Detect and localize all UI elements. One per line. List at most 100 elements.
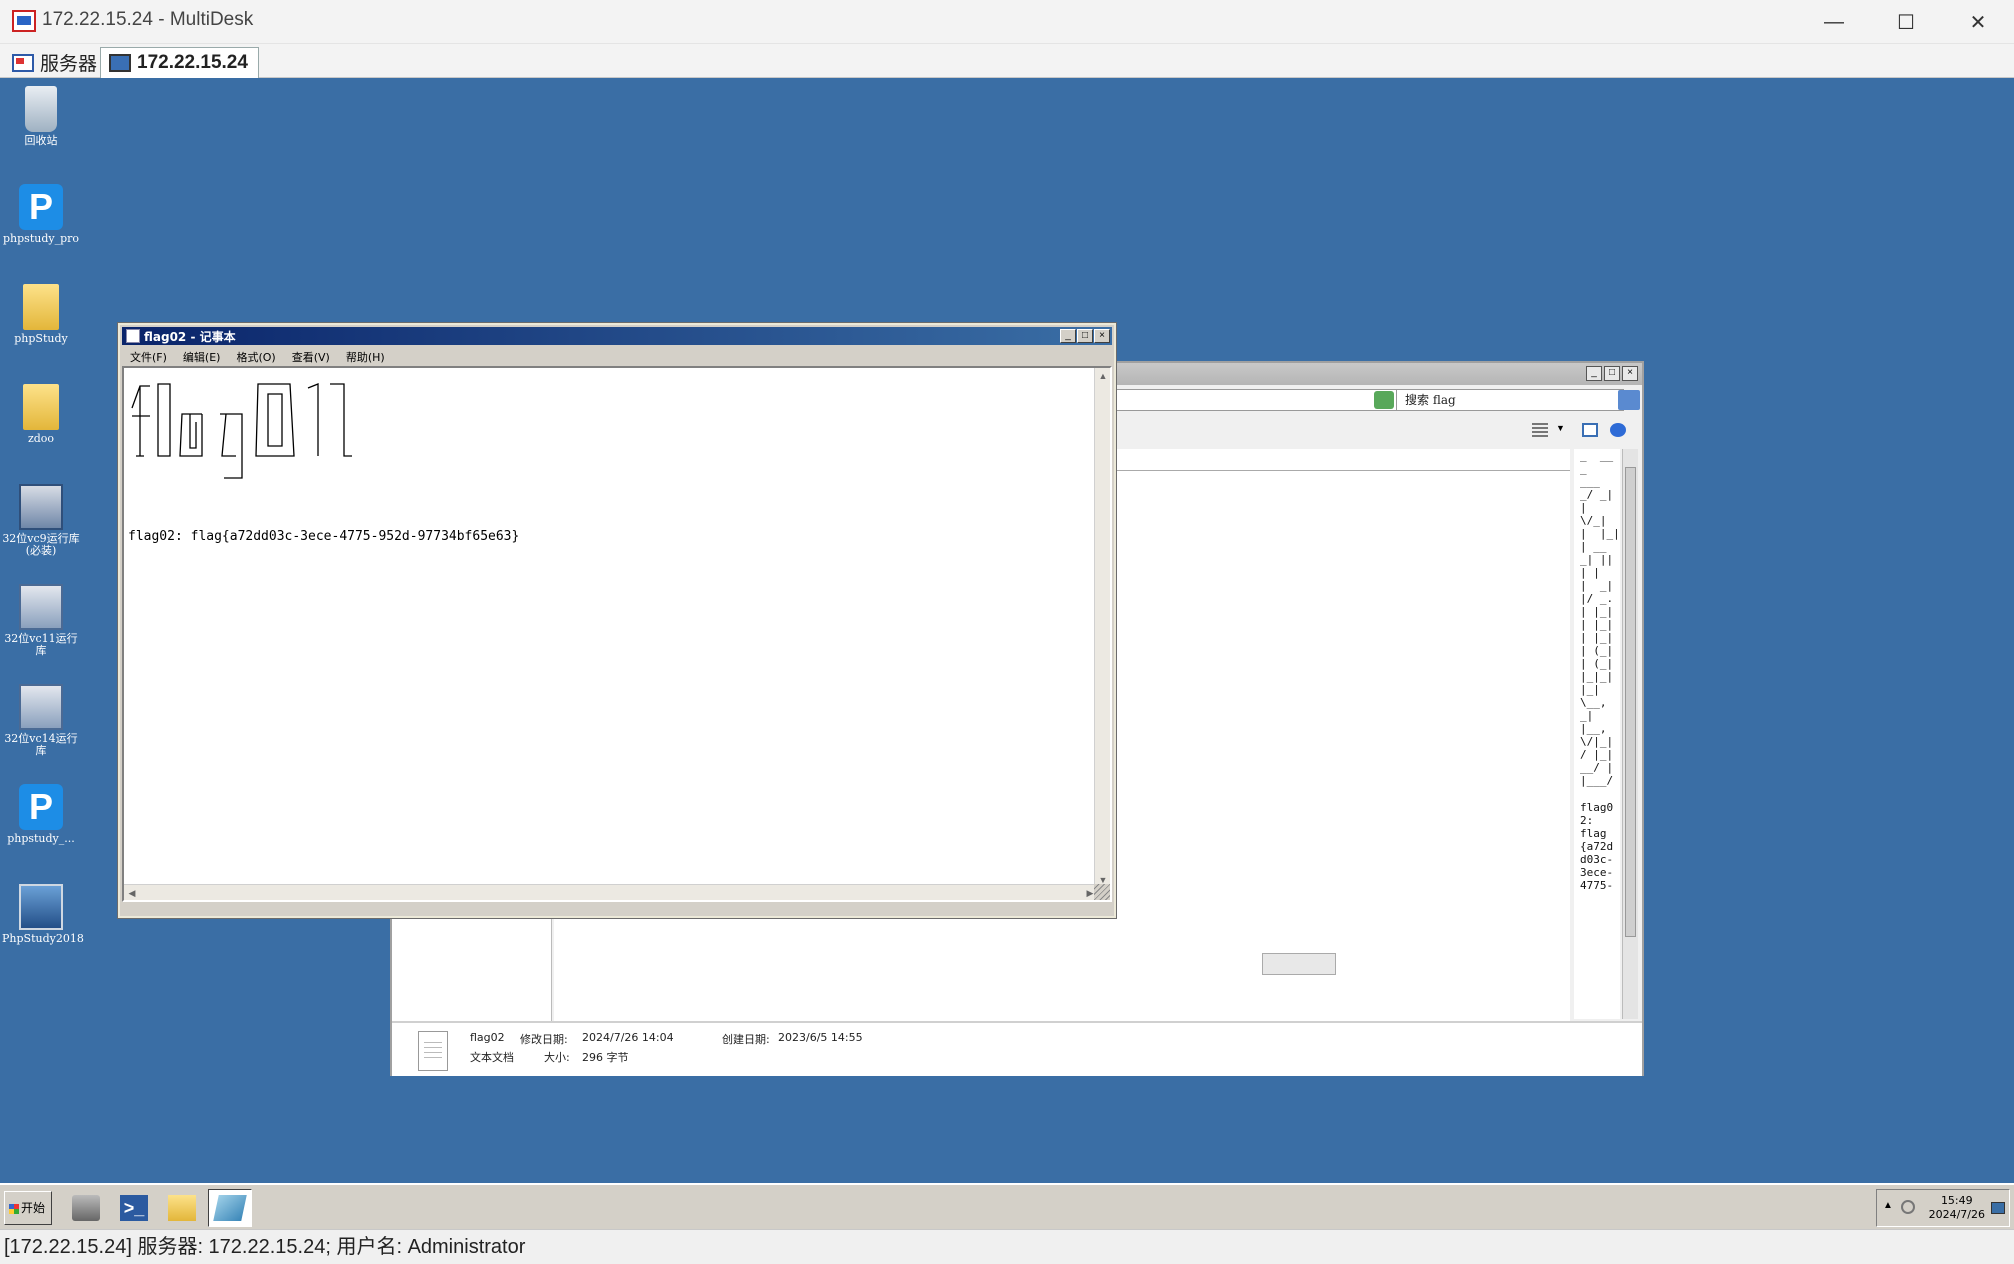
text-file-icon <box>418 1031 448 1071</box>
installer-icon <box>19 684 63 730</box>
phpstudy-icon: P <box>19 184 63 230</box>
powershell-icon: >_ <box>120 1195 148 1221</box>
explorer-minimize-button[interactable]: _ <box>1586 366 1602 381</box>
desktop-icon-label: 回收站 <box>24 134 58 147</box>
desktop-icon-zdoo[interactable]: zdoo <box>2 384 80 445</box>
search-icon[interactable] <box>1618 390 1640 410</box>
minimize-button[interactable]: — <box>1798 0 1870 44</box>
preview-art: _ __ _ ___ _/ _| | \/_| | |_| | __ _| ||… <box>1580 449 1620 787</box>
windows-logo-icon <box>9 1203 19 1214</box>
tab-servers[interactable]: 服务器 <box>4 47 107 78</box>
desktop-icon-vc11[interactable]: 32位vc11运行库 <box>2 584 80 657</box>
menu-help[interactable]: 帮助(H) <box>338 347 393 365</box>
desktop-icon-phpstudy-2[interactable]: P phpstudy_... <box>2 784 80 845</box>
desktop-icon-phpstudy-folder[interactable]: phpStudy <box>2 284 80 345</box>
resize-grip[interactable] <box>1094 884 1110 900</box>
menu-format[interactable]: 格式(O) <box>228 347 283 365</box>
server-icon <box>12 53 34 72</box>
tab-session-172-22-15-24[interactable]: 172.22.15.24 <box>100 47 259 78</box>
notepad-minimize-button[interactable]: _ <box>1060 329 1076 343</box>
remote-desktop: 回收站 P phpstudy_pro phpStudy zdoo 32位vc9运… <box>0 78 2014 1183</box>
taskbar-powershell[interactable]: >_ <box>112 1189 156 1227</box>
explorer-maximize-button[interactable]: □ <box>1604 366 1620 381</box>
desktop-icon-label: phpstudy_pro <box>3 232 79 245</box>
desktop-icon-recycle-bin[interactable]: 回收站 <box>2 86 80 147</box>
scroll-left-icon[interactable]: ◀ <box>124 885 140 900</box>
notepad-window[interactable]: flag02 - 记事本 _ □ × 文件(F) 编辑(E) 格式(O) 查看(… <box>117 322 1117 919</box>
close-button[interactable]: ✕ <box>1942 0 2014 44</box>
preview-scrollbar[interactable] <box>1622 449 1638 1019</box>
installer-icon <box>19 584 63 630</box>
desktop-icon-vc9[interactable]: 32位vc9运行库(必装) <box>2 484 80 557</box>
size-value: 296 字节 <box>582 1051 629 1064</box>
notepad-text-area[interactable]: flag02: flag{a72dd03c-3ece-4775-952d-977… <box>122 366 1112 902</box>
preview-text: flag0 2: flag {a72d d03c- 3ece- 4775- <box>1580 801 1614 892</box>
details-pane: flag02 修改日期: 2024/7/26 14:04 创建日期: 2023/… <box>392 1021 1642 1076</box>
folder-icon <box>168 1195 196 1221</box>
session-tabs: 服务器 172.22.15.24 <box>0 44 2014 115</box>
refresh-icon[interactable] <box>1374 391 1394 409</box>
desktop-icon-label: phpstudy_... <box>7 832 75 845</box>
multidesk-titlebar: 172.22.15.24 - MultiDesk — ☐ ✕ <box>0 0 2014 44</box>
chevron-up-icon[interactable]: ▲ <box>1883 1200 1893 1211</box>
network-icon[interactable] <box>1901 1200 1915 1214</box>
notepad-vertical-scrollbar[interactable]: ▲ ▼ <box>1094 368 1110 888</box>
start-label: 开始 <box>21 1201 46 1215</box>
clock-date: 2024/7/26 <box>1928 1208 1985 1221</box>
desktop-icon-label: 32位vc14运行库 <box>4 732 78 757</box>
explorer-close-button[interactable]: × <box>1622 366 1638 381</box>
view-options-icon[interactable] <box>1532 423 1548 437</box>
computer-icon <box>109 54 131 72</box>
notepad-caption[interactable]: flag02 - 记事本 _ □ × <box>122 327 1112 345</box>
scrollbar-thumb[interactable] <box>1625 467 1636 937</box>
ascii-art-banner <box>131 383 352 479</box>
notepad-icon <box>213 1195 247 1221</box>
desktop-icon-label: phpStudy <box>14 332 68 345</box>
show-desktop-icon[interactable] <box>1991 1202 2005 1214</box>
search-input[interactable]: 搜索 flag <box>1396 389 1624 411</box>
desktop-icon-phpstudy-pro[interactable]: P phpstudy_pro <box>2 184 80 245</box>
size-label: 大小: <box>544 1051 570 1064</box>
taskbar-notepad[interactable] <box>208 1189 252 1227</box>
created-label: 创建日期: <box>722 1033 770 1046</box>
notepad-icon <box>126 329 140 343</box>
phpstudy2018-icon <box>19 884 63 930</box>
menu-file[interactable]: 文件(F) <box>122 347 175 365</box>
preview-mini-toolbar[interactable] <box>1262 953 1336 975</box>
notepad-title: flag02 - 记事本 <box>144 330 236 344</box>
system-tray: ▲ 15:49 2024/7/26 <box>1876 1189 2010 1227</box>
desktop-icon-label: 32位vc11运行库 <box>4 632 78 657</box>
window-title: 172.22.15.24 - MultiDesk <box>42 9 254 30</box>
taskbar-server-manager[interactable] <box>64 1189 108 1227</box>
notepad-maximize-button[interactable]: □ <box>1077 329 1093 343</box>
chevron-down-icon[interactable]: ▼ <box>1556 423 1572 437</box>
preview-pane: _ __ _ ___ _/ _| | \/_| | |_| | __ _| ||… <box>1574 449 1620 1019</box>
desktop-icon-label: 32位vc9运行库(必装) <box>2 532 80 557</box>
clock[interactable]: 15:49 2024/7/26 <box>1929 1194 1985 1222</box>
server-manager-icon <box>72 1195 100 1221</box>
maximize-button[interactable]: ☐ <box>1870 0 1942 44</box>
clock-time: 15:49 <box>1940 1194 1973 1207</box>
desktop-icon-vc14[interactable]: 32位vc14运行库 <box>2 684 80 757</box>
menu-edit[interactable]: 编辑(E) <box>175 347 229 365</box>
desktop-icon-label: PhpStudy2018 <box>2 932 84 945</box>
scroll-up-icon[interactable]: ▲ <box>1095 368 1110 384</box>
flag-line: flag02: flag{a72dd03c-3ece-4775-952d-977… <box>128 529 520 544</box>
help-icon[interactable] <box>1610 423 1626 437</box>
file-type: 文本文档 <box>470 1051 514 1064</box>
notepad-close-button[interactable]: × <box>1094 329 1110 343</box>
start-button[interactable]: 开始 <box>4 1191 52 1225</box>
modified-value: 2024/7/26 14:04 <box>582 1031 674 1044</box>
file-name: flag02 <box>470 1031 505 1044</box>
taskbar-explorer[interactable] <box>160 1189 204 1227</box>
menu-view[interactable]: 查看(V) <box>284 347 338 365</box>
multidesk-app-icon <box>12 10 36 32</box>
folder-icon <box>23 284 59 330</box>
phpstudy-icon: P <box>19 784 63 830</box>
preview-pane-icon[interactable] <box>1582 423 1598 437</box>
tab-label: 服务器 <box>40 54 98 75</box>
desktop-icon-phpstudy2018[interactable]: PhpStudy2018 <box>2 884 84 945</box>
notepad-horizontal-scrollbar[interactable]: ◀ ▶ <box>124 884 1098 900</box>
taskbar: 开始 >_ ▲ 15:49 2024/7/26 <box>0 1183 2014 1229</box>
installer-icon <box>19 484 63 530</box>
